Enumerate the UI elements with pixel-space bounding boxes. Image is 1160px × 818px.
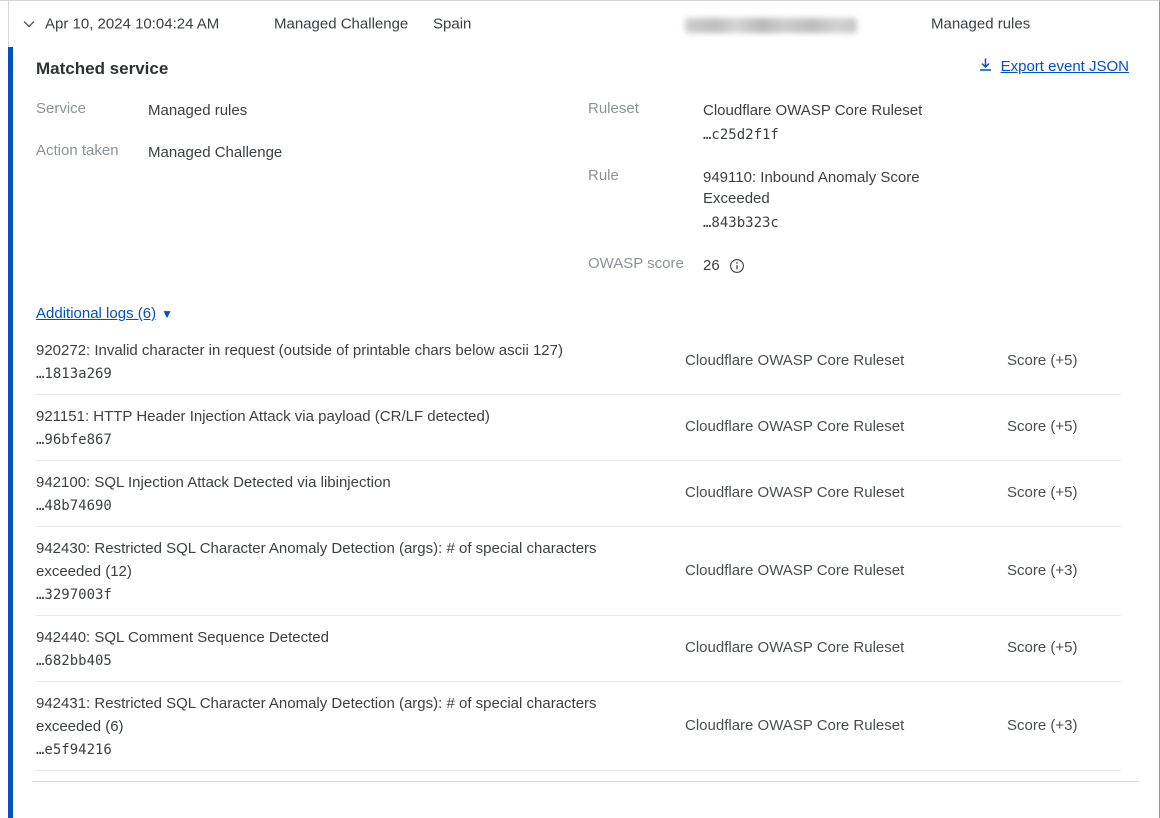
rule-field: Rule 949110: Inbound Anomaly Score Excee… (588, 167, 1129, 234)
log-ruleset: Cloudflare OWASP Core Ruleset (636, 418, 1007, 435)
log-rule-id: …3297003f (36, 587, 636, 603)
log-rule-description: 921151: HTTP Header Injection Attack via… (36, 405, 636, 428)
action-taken-field: Action taken Managed Challenge (36, 142, 588, 163)
log-rule-description: 942430: Restricted SQL Character Anomaly… (36, 537, 636, 583)
log-rule-id: …96bfe867 (36, 432, 636, 448)
log-ruleset: Cloudflare OWASP Core Ruleset (636, 352, 1007, 369)
log-rule-description: 942431: Restricted SQL Character Anomaly… (36, 692, 636, 738)
log-score: Score (+3) (1007, 562, 1121, 579)
ruleset-name: Cloudflare OWASP Core Ruleset (703, 100, 922, 121)
owasp-score-value: 26 (703, 255, 720, 276)
log-score: Score (+5) (1007, 639, 1121, 656)
export-event-json-button[interactable]: Export event JSON (978, 57, 1129, 76)
ruleset-id: …c25d2f1f (703, 125, 922, 146)
service-value: Managed rules (148, 100, 247, 121)
chevron-down-icon[interactable] (18, 13, 40, 35)
log-row: 920272: Invalid character in request (ou… (36, 329, 1121, 395)
action-taken-value: Managed Challenge (148, 142, 282, 163)
security-event-detail: Apr 10, 2024 10:04:24 AM Managed Challen… (0, 0, 1160, 818)
log-row: 942430: Restricted SQL Character Anomaly… (36, 527, 1121, 616)
panel-title: Matched service (36, 57, 168, 79)
panel-bottom-divider (32, 781, 1139, 782)
log-rule-description: 942440: SQL Comment Sequence Detected (36, 626, 636, 649)
service-field: Service Managed rules (36, 100, 588, 121)
log-rule-id: …1813a269 (36, 366, 636, 382)
event-country: Spain (433, 16, 471, 33)
export-event-json-label: Export event JSON (1001, 58, 1129, 75)
owasp-score-field: OWASP score 26 (588, 255, 1129, 276)
rule-label: Rule (588, 167, 703, 234)
log-row: 942431: Restricted SQL Character Anomaly… (36, 682, 1121, 771)
event-detail-panel: Matched service Export event JSON Servic… (8, 47, 1159, 818)
ruleset-field: Ruleset Cloudflare OWASP Core Ruleset …c… (588, 100, 1129, 146)
additional-logs-table: 920272: Invalid character in request (ou… (36, 329, 1121, 771)
log-ruleset: Cloudflare OWASP Core Ruleset (636, 639, 1007, 656)
log-score: Score (+5) (1007, 352, 1121, 369)
event-summary-row[interactable]: Apr 10, 2024 10:04:24 AM Managed Challen… (8, 1, 1159, 47)
log-score: Score (+3) (1007, 717, 1121, 734)
log-rule-description: 920272: Invalid character in request (ou… (36, 339, 636, 362)
event-action: Managed Challenge (274, 16, 408, 33)
info-icon[interactable] (729, 258, 745, 274)
additional-logs-label: Additional logs (6) (36, 305, 156, 322)
service-label: Service (36, 100, 148, 121)
log-score: Score (+5) (1007, 484, 1121, 501)
owasp-score-label: OWASP score (588, 255, 703, 276)
ruleset-label: Ruleset (588, 100, 703, 146)
triangle-down-icon: ▼ (161, 307, 173, 321)
log-score: Score (+5) (1007, 418, 1121, 435)
download-icon (978, 57, 993, 76)
event-timestamp: Apr 10, 2024 10:04:24 AM (45, 16, 219, 33)
event-service: Managed rules (931, 16, 1030, 33)
log-rule-id: …48b74690 (36, 498, 636, 514)
log-rule-description: 942100: SQL Injection Attack Detected vi… (36, 471, 636, 494)
redacted-value (685, 18, 857, 33)
log-row: 921151: HTTP Header Injection Attack via… (36, 395, 1121, 461)
log-row: 942100: SQL Injection Attack Detected vi… (36, 461, 1121, 527)
log-row: 942440: SQL Comment Sequence Detected …6… (36, 616, 1121, 682)
log-ruleset: Cloudflare OWASP Core Ruleset (636, 717, 1007, 734)
log-ruleset: Cloudflare OWASP Core Ruleset (636, 562, 1007, 579)
additional-logs-toggle[interactable]: Additional logs (6) ▼ (36, 305, 173, 322)
action-taken-label: Action taken (36, 142, 148, 163)
log-ruleset: Cloudflare OWASP Core Ruleset (636, 484, 1007, 501)
log-rule-id: …e5f94216 (36, 742, 636, 758)
rule-id: …843b323c (703, 213, 945, 234)
log-rule-id: …682bb405 (36, 653, 636, 669)
rule-name: 949110: Inbound Anomaly Score Exceeded (703, 167, 945, 209)
